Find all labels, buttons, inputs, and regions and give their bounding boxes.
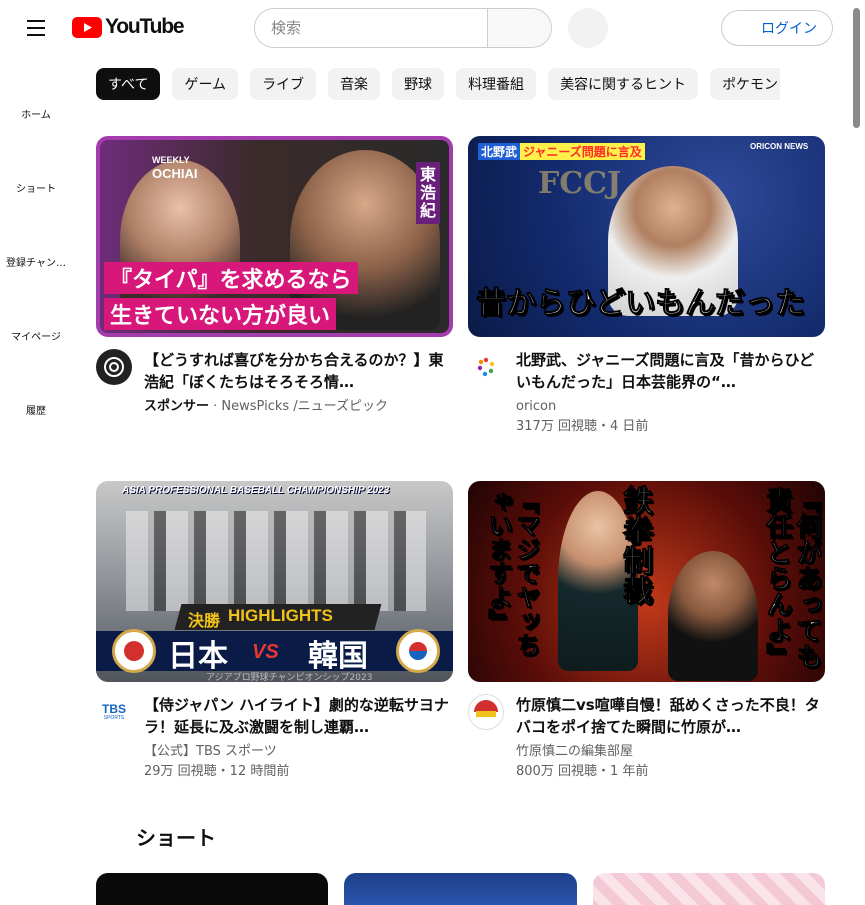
video-thumbnail[interactable]: WEEKLY OCHIAI 東浩紀 『タイパ』を求めるなら 生きていない方が良い xyxy=(96,136,453,337)
video-card[interactable]: 『マジでヤッちゃいますよ』 鉄拳制裁 『何があっても責任とらんよ』 竹原慎二vs… xyxy=(468,481,825,782)
thumb-label-highlights: HIGHLIGHTS xyxy=(228,606,333,625)
thumb-name: 東浩紀 xyxy=(416,162,440,224)
sidebar-item-label: 履歴 xyxy=(26,406,46,417)
video-thumbnail[interactable]: FCCJ ORICON NEWS 北野武 ジャニーズ問題に言及 昔からひどいもん… xyxy=(468,136,825,337)
youtube-play-icon xyxy=(72,16,102,38)
hamburger-line xyxy=(27,27,45,29)
thumb-mid-text: 鉄拳制裁 xyxy=(617,485,653,606)
japan-flag-icon xyxy=(112,629,156,673)
thumb-backdrop-text: FCCJ xyxy=(538,166,622,201)
shorts-section-title: ショート xyxy=(136,826,216,850)
channel-name[interactable]: 竹原慎二の編集部屋 xyxy=(516,742,825,762)
channel-name[interactable]: oricon xyxy=(516,397,825,417)
channel-avatar[interactable] xyxy=(468,349,504,385)
thumb-tag-name: 北野武 xyxy=(478,143,521,160)
youtube-logo[interactable]: YouTube xyxy=(72,15,185,39)
video-title[interactable]: 【侍ジャパン ハイライト】劇的な逆転サヨナラ！延長に及ぶ激闘を制し連覇… xyxy=(144,694,453,738)
channel-line: スポンサー · NewsPicks /ニューズピック xyxy=(144,397,453,417)
chip-cooking[interactable]: 料理番組 xyxy=(456,68,537,100)
video-title[interactable]: 北野武、ジャニーズ問題に言及「昔からひどいもんだった」日本芸能界の“… xyxy=(516,349,825,393)
thumb-tag-topic: ジャニーズ問題に言及 xyxy=(520,143,645,160)
login-label: ログイン xyxy=(761,21,817,37)
video-thumbnail[interactable]: 『マジでヤッちゃいますよ』 鉄拳制裁 『何があっても責任とらんよ』 xyxy=(468,481,825,682)
sidebar-item-library[interactable]: マイページ xyxy=(0,328,72,343)
video-stats: 29万 回視聴・12 時間前 xyxy=(144,764,290,779)
thumb-label-final: 決勝 xyxy=(188,611,221,630)
channel-avatar[interactable] xyxy=(468,694,504,730)
chip-gaming[interactable]: ゲーム xyxy=(172,68,239,100)
hamburger-line xyxy=(27,20,45,22)
channel-logo-icon xyxy=(477,357,495,377)
sidebar-item-label: ホーム xyxy=(21,110,51,121)
chip-beauty-tips[interactable]: 美容に関するヒント xyxy=(548,68,699,100)
thumb-banner: ASIA PROFESSIONAL BASEBALL CHAMPIONSHIP … xyxy=(122,485,390,496)
chip-baseball[interactable]: 野球 xyxy=(392,68,445,100)
chip-music[interactable]: 音楽 xyxy=(328,68,381,100)
video-card[interactable]: WEEKLY OCHIAI 東浩紀 『タイパ』を求めるなら 生きていない方が良い… xyxy=(96,136,453,417)
search-button[interactable] xyxy=(487,9,551,47)
thumb-caption-line2: 生きていない方が良い xyxy=(104,298,337,330)
sidebar-item-home[interactable]: ホーム xyxy=(0,106,72,121)
short-card[interactable] xyxy=(344,873,577,905)
search-input[interactable] xyxy=(255,9,487,47)
short-card[interactable] xyxy=(96,873,328,905)
chip-live[interactable]: ライブ xyxy=(250,68,317,100)
menu-button[interactable] xyxy=(18,10,54,46)
avatar-text: TBS xyxy=(102,701,126,716)
chip-all[interactable]: すべて xyxy=(96,68,161,100)
thumb-brand-top: WEEKLY xyxy=(152,155,190,165)
voice-search-button[interactable] xyxy=(568,8,608,48)
korea-flag-icon xyxy=(396,629,440,673)
video-title[interactable]: 【どうすれば喜びを分かち合えるのか？】東浩紀「ぼくたちはそろそろ情… xyxy=(144,349,453,393)
search-bar xyxy=(254,8,552,48)
login-button[interactable]: ログイン xyxy=(721,10,833,46)
video-stats: 800万 回視聴・1 年前 xyxy=(516,764,649,779)
short-card[interactable] xyxy=(593,873,825,905)
video-thumbnail[interactable]: ASIA PROFESSIONAL BASEBALL CHAMPIONSHIP … xyxy=(96,481,453,682)
sidebar-item-label: 登録チャン… xyxy=(6,258,66,269)
channel-name[interactable]: 【公式】TBS スポーツ xyxy=(144,742,453,762)
sidebar-item-shorts[interactable]: ショート xyxy=(0,180,72,195)
avatar-subtext: SPORTS xyxy=(103,714,125,721)
thumb-org-text: ORICON NEWS xyxy=(750,142,809,151)
page-scrollbar[interactable] xyxy=(853,8,860,128)
video-stats: 317万 回視聴・4 日前 xyxy=(516,419,649,434)
video-card[interactable]: ASIA PROFESSIONAL BASEBALL CHAMPIONSHIP … xyxy=(96,481,453,782)
thumb-vs: VS xyxy=(252,641,279,663)
video-title[interactable]: 竹原慎二vs喧嘩自慢！舐めくさった不良！タバコをポイ捨てた瞬間に竹原が… xyxy=(516,694,825,738)
channel-logo-icon xyxy=(104,357,124,377)
thumb-caption: 昔からひどいもんだった xyxy=(475,286,806,322)
thumb-right-quote: 『何があっても責任とらんよ』 xyxy=(762,487,823,670)
channel-avatar[interactable] xyxy=(96,349,132,385)
thumb-caption-line1: 『タイパ』を求めるなら xyxy=(104,262,358,294)
sidebar-item-label: マイページ xyxy=(11,332,61,343)
hamburger-line xyxy=(27,34,45,36)
thumb-footer: アジアプロ野球チャンピオンシップ2023 xyxy=(206,673,373,682)
sidebar-item-subscriptions[interactable]: 登録チャン… xyxy=(0,254,72,269)
sidebar-item-label: ショート xyxy=(16,184,56,195)
logo-text: YouTube xyxy=(105,15,185,38)
sidebar-item-history[interactable]: 履歴 xyxy=(0,402,72,417)
chip-pokemon[interactable]: ポケモン xyxy=(710,68,780,100)
filter-chips-bar: すべて ゲーム ライブ 音楽 野球 料理番組 美容に関するヒント ポケモン xyxy=(96,68,780,100)
channel-avatar[interactable]: TBS SPORTS xyxy=(96,694,132,730)
channel-logo-icon xyxy=(472,698,500,726)
video-card[interactable]: FCCJ ORICON NEWS 北野武 ジャニーズ問題に言及 昔からひどいもん… xyxy=(468,136,825,437)
sponsor-label: スポンサー xyxy=(144,399,210,414)
thumb-team2: 韓国 xyxy=(308,639,368,674)
thumb-brand: OCHIAI xyxy=(152,166,198,181)
thumb-team1: 日本 xyxy=(168,639,228,674)
channel-name[interactable]: · NewsPicks /ニューズピック xyxy=(209,399,388,414)
thumb-left-quote: 『マジでヤッちゃいますよ』 xyxy=(484,489,541,658)
